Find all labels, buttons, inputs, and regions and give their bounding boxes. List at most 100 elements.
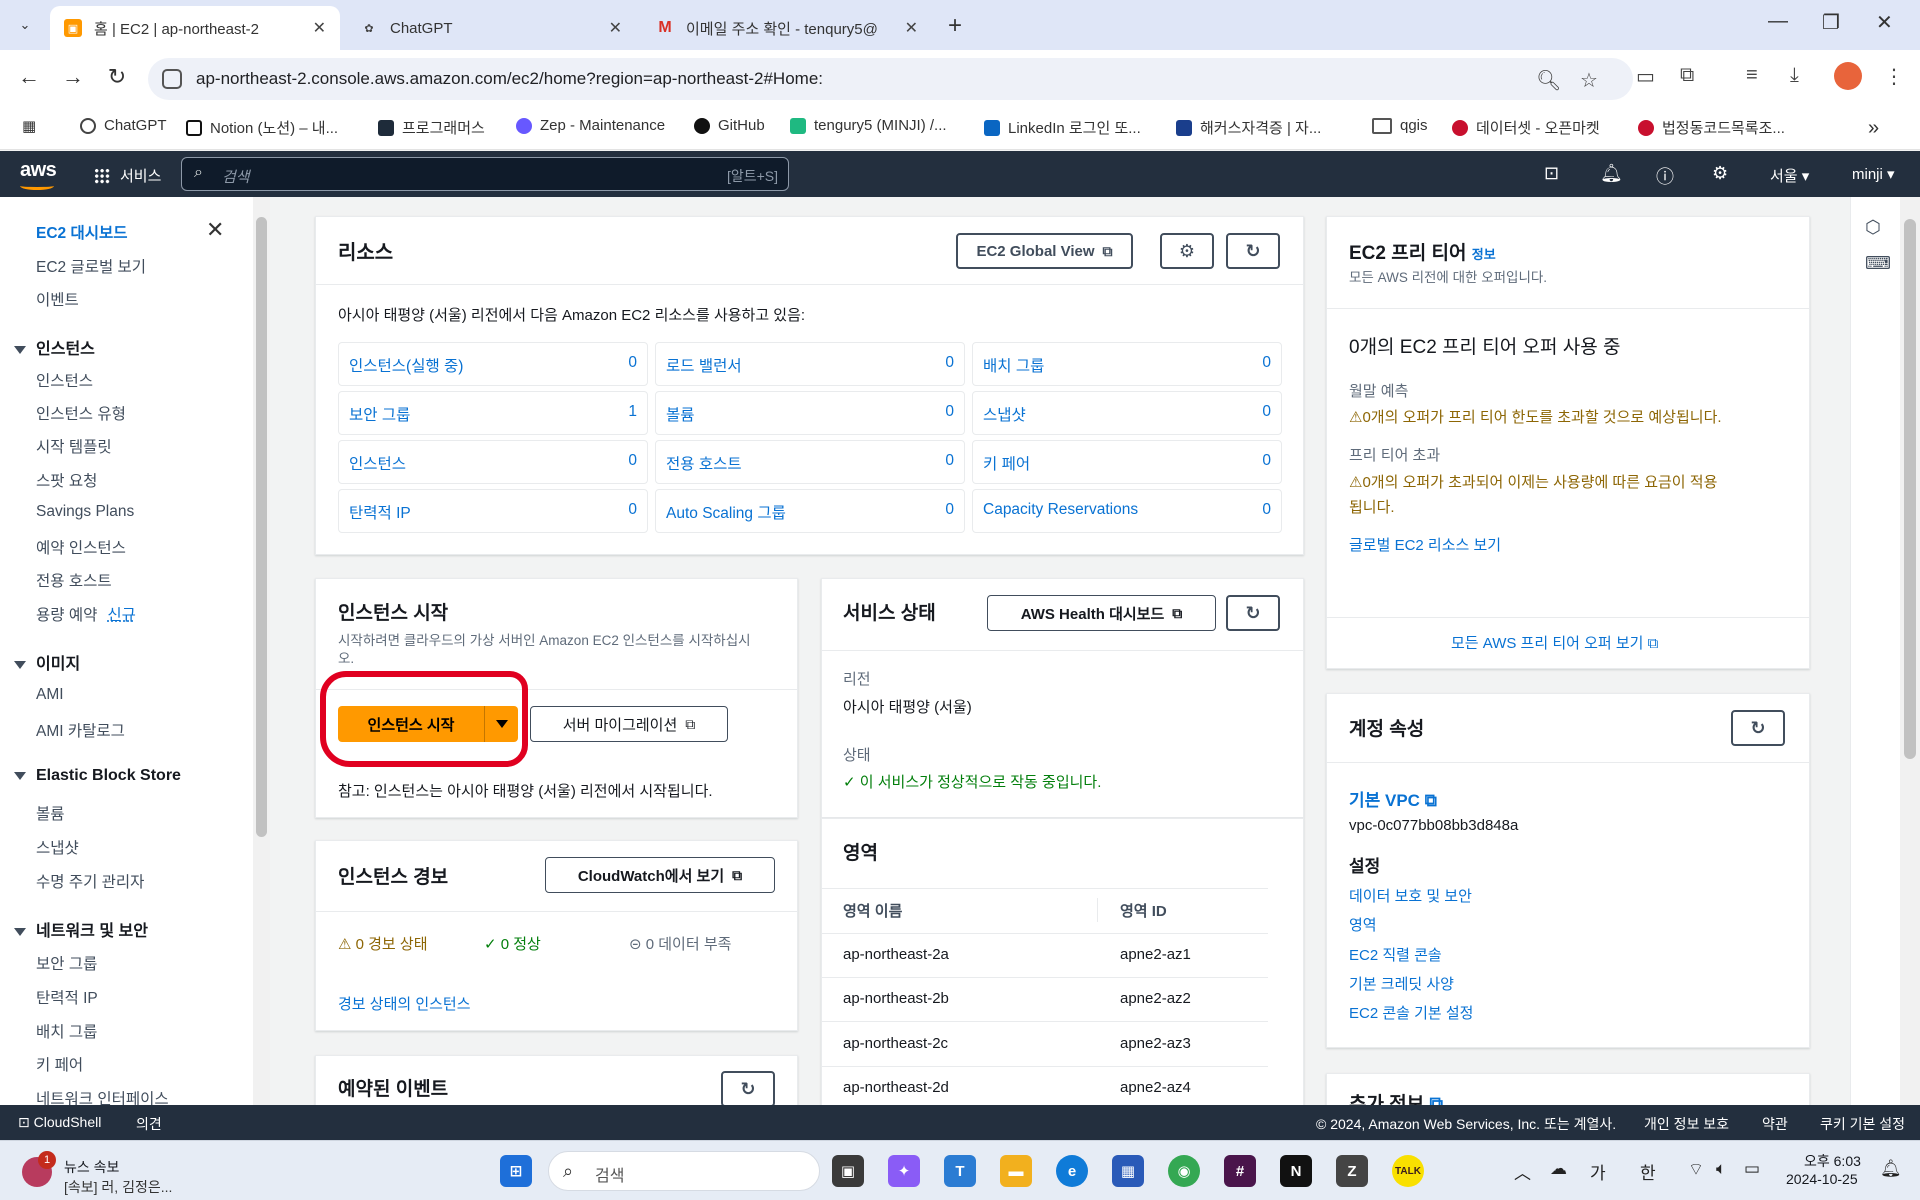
address-bar[interactable]: ap-northeast-2.console.aws.amazon.com/ec… bbox=[148, 58, 1633, 100]
bookmark-chatgpt[interactable]: ChatGPT bbox=[80, 117, 167, 134]
resource-dedicated-hosts[interactable]: 전용 호스트 0 bbox=[655, 440, 965, 484]
bookmark-folder-qgis[interactable]: qgis bbox=[1372, 117, 1428, 134]
tab-search-menu-icon[interactable]: ⌄ bbox=[10, 12, 40, 38]
all-free-tier-offers-link[interactable]: 모든 AWS 프리 티어 오퍼 보기 ⧉ bbox=[1451, 632, 1658, 653]
volume-icon[interactable]: 🔈︎ bbox=[1716, 1159, 1726, 1179]
region-selector[interactable]: 서울 ▾ bbox=[1770, 165, 1809, 186]
media-control-icon[interactable]: ≡ bbox=[1746, 64, 1758, 87]
alarm-state-count[interactable]: ⚠ 0 경보 상태 bbox=[338, 933, 428, 954]
sidebar-item-instances[interactable]: 인스턴스 bbox=[36, 369, 93, 391]
store-icon[interactable]: ▦ bbox=[1112, 1155, 1144, 1187]
sidebar-item-placement-groups[interactable]: 배치 그룹 bbox=[36, 1020, 97, 1042]
view-in-cloudwatch-button[interactable]: CloudWatch에서 보기 ⧉ bbox=[545, 857, 775, 893]
clock-time[interactable]: 오후 6:03 bbox=[1804, 1151, 1861, 1171]
bookmark-notion[interactable]: Notion (노션) – 내... bbox=[186, 117, 338, 138]
feedback-link[interactable]: 의견 bbox=[136, 1114, 162, 1134]
resource-key-pairs[interactable]: 키 페어 0 bbox=[972, 440, 1282, 484]
default-vpc-link[interactable]: 기본 VPC ⧉ bbox=[1349, 786, 1437, 811]
tab-ec2-home[interactable]: ▣ 홈 | EC2 | ap-northeast-2 ✕ bbox=[50, 6, 340, 50]
resource-elastic-ips[interactable]: 탄력적 IP 0 bbox=[338, 489, 648, 533]
extensions-icon[interactable]: ⧉ bbox=[1680, 64, 1694, 87]
sidebar-item-lifecycle-manager[interactable]: 수명 주기 관리자 bbox=[36, 870, 144, 892]
hexagon-info-icon[interactable]: ⬡ bbox=[1865, 217, 1881, 238]
sidebar-scrollbar[interactable] bbox=[253, 197, 270, 1105]
resources-settings-button[interactable]: ⚙ bbox=[1160, 233, 1214, 269]
ime-language[interactable]: 한 bbox=[1640, 1159, 1656, 1184]
edge-icon[interactable]: e bbox=[1056, 1155, 1088, 1187]
sidebar-section-ebs[interactable]: Elastic Block Store bbox=[14, 767, 181, 785]
kakaotalk-icon[interactable]: TALK bbox=[1392, 1155, 1424, 1187]
copilot-icon[interactable]: ✦ bbox=[888, 1155, 920, 1187]
more-bookmarks-icon[interactable]: » bbox=[1868, 117, 1879, 140]
sidebar-item-elastic-ips[interactable]: 탄력적 IP bbox=[36, 986, 98, 1008]
slack-icon[interactable]: # bbox=[1224, 1155, 1256, 1187]
reload-icon[interactable]: ↻ bbox=[102, 64, 132, 90]
clock-date[interactable]: 2024-10-25 bbox=[1786, 1171, 1858, 1187]
notification-bell-icon[interactable]: 🔔︎ bbox=[1880, 1159, 1902, 1179]
bookmark-programmers[interactable]: 프로그래머스 bbox=[378, 117, 485, 138]
notion-app-icon[interactable]: N bbox=[1280, 1155, 1312, 1187]
scrollbar-thumb[interactable] bbox=[256, 217, 267, 837]
aws-logo[interactable]: aws bbox=[20, 159, 57, 182]
chrome-icon[interactable]: ◉ bbox=[1168, 1155, 1200, 1187]
cookie-preferences-link[interactable]: 쿠키 기본 설정 bbox=[1820, 1114, 1905, 1134]
sidebar-item-launch-templates[interactable]: 시작 템플릿 bbox=[36, 435, 112, 457]
ok-state-count[interactable]: ✓ 0 정상 bbox=[484, 933, 541, 954]
settings-gear-icon[interactable]: ⚙ bbox=[1712, 163, 1728, 184]
serial-console-link[interactable]: EC2 직렬 콘솔 bbox=[1349, 944, 1442, 965]
bookmark-tengury5[interactable]: tengury5 (MINJI) /... bbox=[790, 117, 947, 134]
info-link[interactable]: 정보 bbox=[1472, 247, 1496, 262]
cloudshell-icon[interactable]: ⊡ bbox=[1544, 163, 1559, 184]
resources-refresh-button[interactable]: ↻ bbox=[1226, 233, 1280, 269]
sidebar-item-reserved-instances[interactable]: 예약 인스턴스 bbox=[36, 536, 126, 558]
sidebar-item-key-pairs[interactable]: 키 페어 bbox=[36, 1053, 83, 1075]
sidebar-item-instance-types[interactable]: 인스턴스 유형 bbox=[36, 402, 126, 424]
bookmark-lawcode[interactable]: 법정동코드목록조... bbox=[1638, 117, 1785, 138]
console-preferences-link[interactable]: EC2 콘솔 기본 설정 bbox=[1349, 1002, 1473, 1023]
sidebar-item-ami[interactable]: AMI bbox=[36, 686, 64, 704]
resource-load-balancers[interactable]: 로드 밸런서 0 bbox=[655, 342, 965, 386]
sidebar-item-global-view[interactable]: EC2 글로벌 보기 bbox=[36, 255, 146, 277]
forward-arrow-icon[interactable]: → bbox=[58, 64, 88, 90]
user-menu[interactable]: minji ▾ bbox=[1852, 165, 1895, 183]
bookmark-star-icon[interactable]: ☆ bbox=[1580, 68, 1598, 93]
events-refresh-button[interactable]: ↻ bbox=[721, 1071, 775, 1107]
notifications-bell-icon[interactable]: 🔔︎ bbox=[1600, 163, 1623, 184]
bookmark-dataset[interactable]: 데이터셋 - 오픈마켓 bbox=[1452, 117, 1600, 138]
aws-health-dashboard-button[interactable]: AWS Health 대시보드 ⧉ bbox=[987, 595, 1216, 631]
sidebar-item-savings-plans[interactable]: Savings Plans bbox=[36, 503, 134, 521]
screen-feedback-icon[interactable]: ⌨ bbox=[1865, 253, 1891, 274]
sidebar-item-ec2-dashboard[interactable]: EC2 대시보드 bbox=[36, 221, 128, 243]
download-icon[interactable]: ⤓ bbox=[1790, 64, 1799, 87]
sidebar-item-capacity-reservations[interactable]: 용량 예약 신규 bbox=[36, 603, 136, 625]
aws-search-input[interactable]: ⌕ 검색 [알트+S] bbox=[181, 157, 789, 191]
profile-avatar[interactable] bbox=[1834, 62, 1862, 90]
resource-capacity-reservations[interactable]: Capacity Reservations 0 bbox=[972, 489, 1282, 533]
sidebar-item-security-groups[interactable]: 보안 그룹 bbox=[36, 952, 97, 974]
wifi-icon[interactable]: ⌔ bbox=[1688, 1159, 1704, 1180]
sidebar-close-icon[interactable]: ✕ bbox=[206, 217, 224, 243]
teams-icon[interactable]: T bbox=[944, 1155, 976, 1187]
zoom-icon[interactable]: 🔍︎ bbox=[1536, 68, 1561, 93]
bookmark-hackers[interactable]: 해커스자격증 | 자... bbox=[1176, 117, 1321, 138]
services-menu[interactable]: 서비스 bbox=[94, 165, 161, 186]
sidebar-section-network-security[interactable]: 네트워크 및 보안 bbox=[14, 917, 148, 941]
data-protection-link[interactable]: 데이터 보호 및 보안 bbox=[1349, 885, 1472, 906]
page-scrollbar[interactable] bbox=[1900, 197, 1920, 1105]
privacy-link[interactable]: 개인 정보 보호 bbox=[1644, 1114, 1729, 1134]
minimize-icon[interactable]: — bbox=[1768, 10, 1788, 33]
account-refresh-button[interactable]: ↻ bbox=[1731, 710, 1785, 746]
tab-gmail[interactable]: M 이메일 주소 확인 - tenqury5@ ✕ bbox=[642, 6, 932, 50]
sidebar-item-events[interactable]: 이벤트 bbox=[36, 288, 79, 310]
windows-start-icon[interactable]: ⊞ bbox=[500, 1155, 532, 1187]
sidebar-item-spot-requests[interactable]: 스팟 요청 bbox=[36, 469, 97, 491]
sidebar-item-network-interfaces[interactable]: 네트워크 인터페이스 bbox=[36, 1087, 169, 1105]
sidebar-item-volumes[interactable]: 볼륨 bbox=[36, 802, 65, 824]
alarm-instances-link[interactable]: 경보 상태의 인스턴스 bbox=[338, 993, 471, 1014]
resource-security-groups[interactable]: 보안 그룹 1 bbox=[338, 391, 648, 435]
sidebar-item-snapshots[interactable]: 스냅샷 bbox=[36, 836, 79, 858]
close-icon[interactable]: ✕ bbox=[313, 18, 326, 38]
restore-icon[interactable]: ❐ bbox=[1822, 10, 1840, 35]
new-tab-icon[interactable]: + bbox=[948, 12, 962, 40]
resource-instances[interactable]: 인스턴스 0 bbox=[338, 440, 648, 484]
